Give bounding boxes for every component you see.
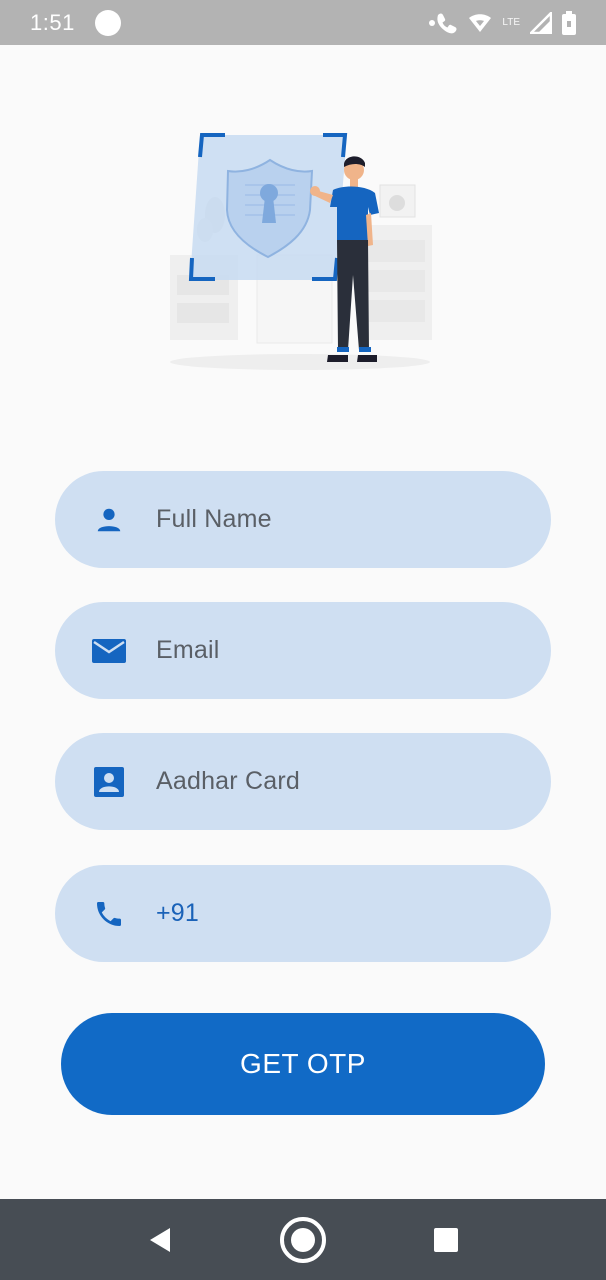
recents-icon: [434, 1227, 458, 1252]
status-icons: LTE: [428, 10, 576, 35]
person-icon: [91, 502, 127, 538]
home-button[interactable]: [273, 1199, 333, 1280]
back-icon: [150, 1227, 170, 1252]
full-name-field[interactable]: Full Name: [55, 471, 551, 568]
aadhar-card-field[interactable]: Aadhar Card: [55, 733, 551, 830]
full-name-placeholder: Full Name: [156, 505, 272, 533]
email-field[interactable]: Email: [55, 602, 551, 699]
notification-dot-icon: [94, 9, 121, 36]
screen: 1:51 LTE Full Name Email Aadhar Card +91…: [0, 0, 606, 1280]
security-shield-illustration: [155, 115, 450, 380]
navigation-bar: [0, 1199, 606, 1280]
get-otp-button[interactable]: GET OTP: [61, 1013, 545, 1115]
back-button[interactable]: [130, 1199, 190, 1280]
id-card-icon: [91, 764, 127, 800]
signal-icon: [530, 11, 552, 34]
status-bar: 1:51 LTE: [0, 0, 606, 45]
aadhar-card-placeholder: Aadhar Card: [156, 767, 300, 795]
lte-icon: LTE: [502, 16, 520, 28]
email-icon: [91, 633, 127, 669]
wifi-calling-icon: [428, 12, 458, 34]
phone-icon: [91, 896, 127, 932]
wifi-icon: [468, 13, 492, 33]
status-time: 1:51: [30, 9, 75, 35]
phone-field[interactable]: +91: [55, 865, 551, 962]
battery-icon: [562, 10, 576, 35]
home-icon: [280, 1216, 326, 1263]
recents-button[interactable]: [416, 1199, 476, 1280]
email-placeholder: Email: [156, 636, 220, 664]
phone-country-code: +91: [156, 899, 200, 927]
